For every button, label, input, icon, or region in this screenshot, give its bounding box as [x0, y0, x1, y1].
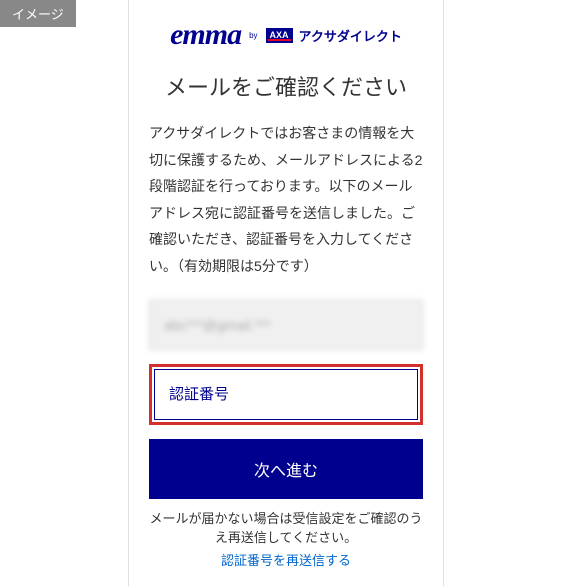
image-badge: イメージ [0, 0, 76, 27]
emma-logo: emma [170, 18, 241, 52]
description-text: アクサダイレクトではお客さまの情報を大切に保護するため、メールアドレスによる2段… [149, 120, 423, 280]
resend-instruction: メールが届かない場合は受信設定をご確認のうえ再送信してください。 [149, 509, 423, 548]
axa-logo-icon: AXA [266, 28, 293, 43]
resend-link[interactable]: 認証番号を再送信する [149, 550, 423, 569]
email-display: abc***@gmail.*** [149, 300, 423, 350]
axa-direct-text: アクサダイレクト [299, 26, 402, 45]
next-button[interactable]: 次へ進む [149, 439, 423, 499]
logo-row: emma by AXA アクサダイレクト [149, 18, 423, 52]
by-text: by [249, 31, 257, 40]
verification-code-input[interactable] [154, 369, 418, 420]
phone-screen: emma by AXA アクサダイレクト メールをご確認ください アクサダイレク… [128, 0, 444, 586]
page-title: メールをご確認ください [149, 70, 423, 102]
code-input-highlight [149, 364, 423, 425]
